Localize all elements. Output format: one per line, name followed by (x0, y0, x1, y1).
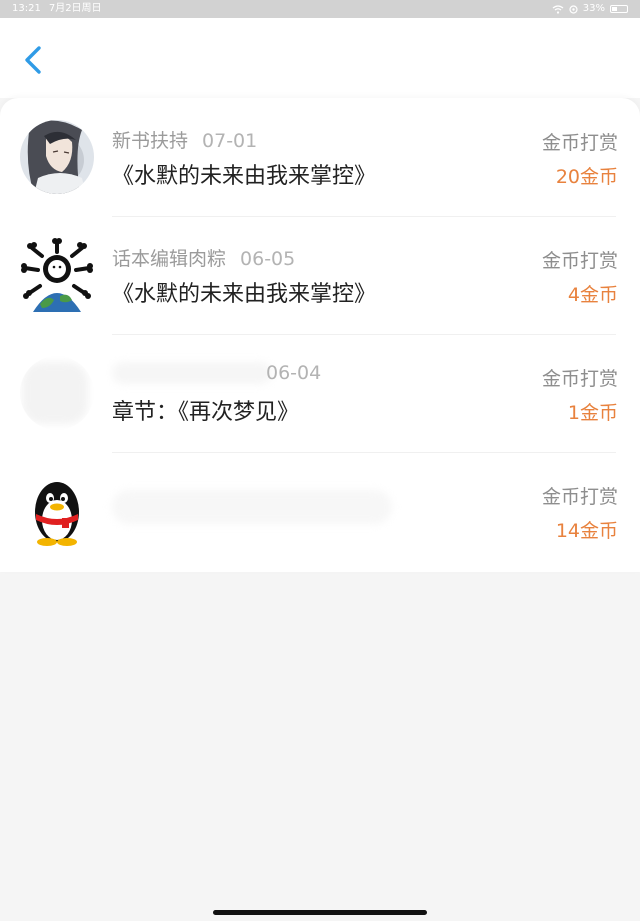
status-bar: 13:21 7月2日周日 33% (0, 0, 640, 18)
wifi-icon (552, 4, 564, 14)
reward-list: 新书扶持 07-01 《水默的未来由我来掌控》 金币打赏 20金币 话本编辑肉粽… (0, 98, 640, 572)
record-meta: 话本编辑肉粽 06-05 (112, 244, 295, 271)
record-date: 06-04 (266, 362, 322, 384)
back-button[interactable] (14, 40, 50, 80)
record-meta: 06-04 (266, 362, 321, 384)
avatar (20, 238, 94, 312)
record-meta: 新书扶持 07-01 (112, 126, 257, 153)
record-date: 06-05 (240, 248, 296, 270)
penguin-avatar-icon (20, 474, 94, 548)
book-title: 《水默的未来由我来掌控》 (112, 282, 377, 307)
avatar (20, 120, 94, 194)
avatar (20, 356, 94, 430)
redacted-content (112, 490, 392, 524)
status-right: 33% (552, 0, 628, 18)
list-item[interactable]: 金币打赏 14金币 (0, 452, 640, 570)
reward-amount: 1金币 (567, 402, 618, 424)
record-date: 07-01 (202, 130, 258, 152)
list-item[interactable]: 06-04 章节：《再次梦见》 金币打赏 1金币 (0, 334, 640, 452)
reward-amount: 14金币 (555, 520, 618, 542)
list-item[interactable]: 新书扶持 07-01 《水默的未来由我来掌控》 金币打赏 20金币 (0, 98, 640, 216)
chapter-title: 章节：《再次梦见》 (112, 400, 300, 425)
reward-amount: 20金币 (555, 166, 618, 188)
home-indicator[interactable] (213, 910, 427, 915)
chevron-left-icon (25, 46, 41, 74)
list-item[interactable]: 话本编辑肉粽 06-05 《水默的未来由我来掌控》 金币打赏 4金币 (0, 216, 640, 334)
reward-type: 金币打赏 (541, 486, 618, 508)
battery-icon (610, 5, 628, 13)
status-date: 7月2日周日 (48, 3, 102, 14)
status-time: 13:21 (12, 3, 41, 14)
battery-percent: 33% (582, 3, 605, 14)
bone-earth-avatar-icon (20, 238, 94, 312)
reward-amount: 4金币 (567, 284, 618, 306)
anime-character-avatar-icon (20, 120, 94, 194)
status-left: 13:21 7月2日周日 (12, 0, 102, 18)
reward-type: 金币打赏 (541, 132, 618, 154)
sender-name: 话本编辑肉粽 (112, 248, 227, 270)
redacted-sender-name (112, 362, 272, 384)
sender-name: 新书扶持 (112, 130, 189, 152)
book-title: 《水默的未来由我来掌控》 (112, 164, 377, 189)
header (0, 18, 640, 98)
avatar (20, 474, 94, 548)
reward-type: 金币打赏 (541, 368, 618, 390)
location-icon (569, 4, 578, 14)
blurred-avatar (22, 362, 88, 424)
reward-type: 金币打赏 (541, 250, 618, 272)
